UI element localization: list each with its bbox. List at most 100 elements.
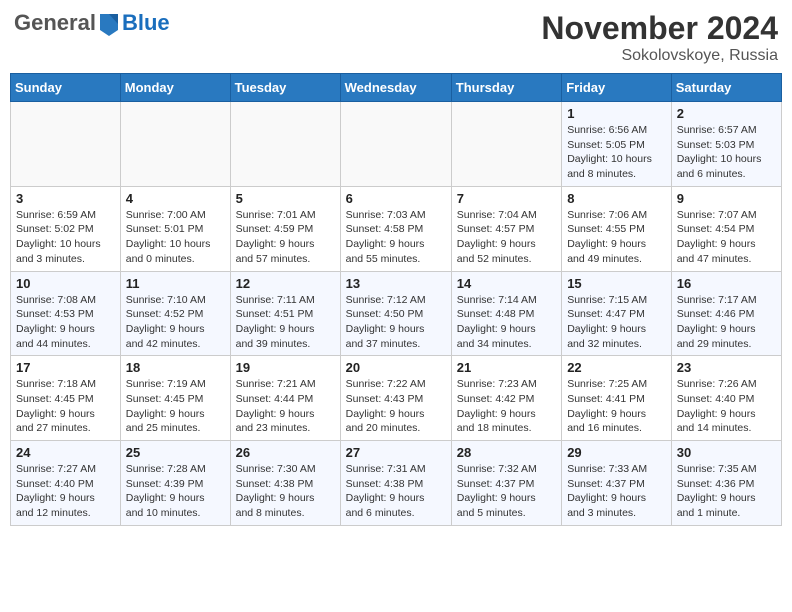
calendar-cell: 18 Sunrise: 7:19 AMSunset: 4:45 PMDayligh… — [120, 356, 230, 441]
calendar-cell: 8 Sunrise: 7:06 AMSunset: 4:55 PMDaylight… — [562, 186, 672, 271]
day-number: 23 — [677, 360, 776, 375]
logo: General Blue — [14, 10, 170, 36]
logo-general-text: General — [14, 10, 96, 36]
weekday-header-saturday: Saturday — [671, 74, 781, 102]
calendar-cell: 26 Sunrise: 7:30 AMSunset: 4:38 PMDayligh… — [230, 441, 340, 526]
day-info: Sunrise: 7:18 AMSunset: 4:45 PMDaylight:… — [16, 377, 115, 436]
day-info: Sunrise: 7:19 AMSunset: 4:45 PMDaylight:… — [126, 377, 225, 436]
day-info: Sunrise: 7:26 AMSunset: 4:40 PMDaylight:… — [677, 377, 776, 436]
calendar-cell: 17 Sunrise: 7:18 AMSunset: 4:45 PMDayligh… — [11, 356, 121, 441]
calendar-cell — [451, 102, 561, 187]
day-info: Sunrise: 7:04 AMSunset: 4:57 PMDaylight:… — [457, 208, 556, 267]
day-number: 24 — [16, 445, 115, 460]
day-number: 9 — [677, 191, 776, 206]
calendar-cell: 12Sunrise: 7:11 AMSunset: 4:51 PMDayligh… — [230, 271, 340, 356]
day-info: Sunrise: 7:33 AMSunset: 4:37 PMDaylight:… — [567, 462, 666, 521]
day-info: Sunrise: 7:14 AMSunset: 4:48 PMDaylight:… — [457, 293, 556, 352]
calendar-cell: 23 Sunrise: 7:26 AMSunset: 4:40 PMDayligh… — [671, 356, 781, 441]
calendar-cell: 27 Sunrise: 7:31 AMSunset: 4:38 PMDayligh… — [340, 441, 451, 526]
day-number: 3 — [16, 191, 115, 206]
weekday-header-monday: Monday — [120, 74, 230, 102]
logo-icon — [98, 10, 120, 36]
weekday-header-tuesday: Tuesday — [230, 74, 340, 102]
day-info: Sunrise: 7:25 AMSunset: 4:41 PMDaylight:… — [567, 377, 666, 436]
calendar-cell: 13Sunrise: 7:12 AMSunset: 4:50 PMDayligh… — [340, 271, 451, 356]
day-info: Sunrise: 7:30 AMSunset: 4:38 PMDaylight:… — [236, 462, 335, 521]
day-number: 14 — [457, 276, 556, 291]
day-number: 20 — [346, 360, 446, 375]
day-info: Sunrise: 7:31 AMSunset: 4:38 PMDaylight:… — [346, 462, 446, 521]
day-number: 5 — [236, 191, 335, 206]
day-number: 16 — [677, 276, 776, 291]
day-number: 19 — [236, 360, 335, 375]
calendar-cell: 4 Sunrise: 7:00 AMSunset: 5:01 PMDaylight… — [120, 186, 230, 271]
calendar-cell: 1 Sunrise: 6:56 AMSunset: 5:05 PMDaylight… — [562, 102, 672, 187]
day-number: 1 — [567, 106, 666, 121]
day-number: 28 — [457, 445, 556, 460]
weekday-header-friday: Friday — [562, 74, 672, 102]
calendar-cell: 6Sunrise: 7:03 AMSunset: 4:58 PMDaylight… — [340, 186, 451, 271]
month-title: November 2024 — [541, 10, 778, 47]
day-info: Sunrise: 7:03 AMSunset: 4:58 PMDaylight:… — [346, 208, 446, 267]
calendar-cell: 24 Sunrise: 7:27 AMSunset: 4:40 PMDayligh… — [11, 441, 121, 526]
day-number: 11 — [126, 276, 225, 291]
calendar-cell — [230, 102, 340, 187]
day-info: Sunrise: 7:28 AMSunset: 4:39 PMDaylight:… — [126, 462, 225, 521]
day-info: Sunrise: 7:22 AMSunset: 4:43 PMDaylight:… — [346, 377, 446, 436]
day-info: Sunrise: 7:00 AMSunset: 5:01 PMDaylight:… — [126, 208, 225, 267]
calendar-cell: 22Sunrise: 7:25 AMSunset: 4:41 PMDayligh… — [562, 356, 672, 441]
day-number: 8 — [567, 191, 666, 206]
day-number: 10 — [16, 276, 115, 291]
day-number: 26 — [236, 445, 335, 460]
page-header: General Blue November 2024 Sokolovskoye,… — [10, 10, 782, 65]
logo-blue-text: Blue — [122, 10, 170, 36]
day-number: 7 — [457, 191, 556, 206]
calendar-week-row: 1 Sunrise: 6:56 AMSunset: 5:05 PMDaylight… — [11, 102, 782, 187]
day-info: Sunrise: 6:57 AMSunset: 5:03 PMDaylight:… — [677, 123, 776, 182]
calendar-cell: 7 Sunrise: 7:04 AMSunset: 4:57 PMDaylight… — [451, 186, 561, 271]
day-info: Sunrise: 7:32 AMSunset: 4:37 PMDaylight:… — [457, 462, 556, 521]
day-number: 29 — [567, 445, 666, 460]
day-number: 27 — [346, 445, 446, 460]
day-info: Sunrise: 7:01 AMSunset: 4:59 PMDaylight:… — [236, 208, 335, 267]
day-number: 2 — [677, 106, 776, 121]
calendar-cell: 14 Sunrise: 7:14 AMSunset: 4:48 PMDayligh… — [451, 271, 561, 356]
day-number: 21 — [457, 360, 556, 375]
day-info: Sunrise: 6:59 AMSunset: 5:02 PMDaylight:… — [16, 208, 115, 267]
weekday-header-sunday: Sunday — [11, 74, 121, 102]
calendar-cell: 21 Sunrise: 7:23 AMSunset: 4:42 PMDayligh… — [451, 356, 561, 441]
calendar-cell — [120, 102, 230, 187]
calendar-cell: 9Sunrise: 7:07 AMSunset: 4:54 PMDaylight… — [671, 186, 781, 271]
day-info: Sunrise: 7:27 AMSunset: 4:40 PMDaylight:… — [16, 462, 115, 521]
day-number: 18 — [126, 360, 225, 375]
calendar-cell: 20 Sunrise: 7:22 AMSunset: 4:43 PMDayligh… — [340, 356, 451, 441]
day-info: Sunrise: 7:06 AMSunset: 4:55 PMDaylight:… — [567, 208, 666, 267]
day-number: 12 — [236, 276, 335, 291]
calendar-cell: 16 Sunrise: 7:17 AMSunset: 4:46 PMDayligh… — [671, 271, 781, 356]
calendar-week-row: 10 Sunrise: 7:08 AMSunset: 4:53 PMDayligh… — [11, 271, 782, 356]
calendar-cell: 28 Sunrise: 7:32 AMSunset: 4:37 PMDayligh… — [451, 441, 561, 526]
title-block: November 2024 Sokolovskoye, Russia — [541, 10, 778, 65]
day-info: Sunrise: 7:35 AMSunset: 4:36 PMDaylight:… — [677, 462, 776, 521]
calendar-cell: 2 Sunrise: 6:57 AMSunset: 5:03 PMDaylight… — [671, 102, 781, 187]
calendar-cell: 3 Sunrise: 6:59 AMSunset: 5:02 PMDaylight… — [11, 186, 121, 271]
day-number: 4 — [126, 191, 225, 206]
day-info: Sunrise: 6:56 AMSunset: 5:05 PMDaylight:… — [567, 123, 666, 182]
day-info: Sunrise: 7:23 AMSunset: 4:42 PMDaylight:… — [457, 377, 556, 436]
calendar-cell: 25 Sunrise: 7:28 AMSunset: 4:39 PMDayligh… — [120, 441, 230, 526]
day-info: Sunrise: 7:21 AMSunset: 4:44 PMDaylight:… — [236, 377, 335, 436]
day-info: Sunrise: 7:08 AMSunset: 4:53 PMDaylight:… — [16, 293, 115, 352]
day-number: 25 — [126, 445, 225, 460]
calendar-cell — [340, 102, 451, 187]
day-info: Sunrise: 7:17 AMSunset: 4:46 PMDaylight:… — [677, 293, 776, 352]
day-number: 15 — [567, 276, 666, 291]
weekday-header-thursday: Thursday — [451, 74, 561, 102]
weekday-header-row: SundayMondayTuesdayWednesdayThursdayFrid… — [11, 74, 782, 102]
calendar-cell: 30Sunrise: 7:35 AMSunset: 4:36 PMDayligh… — [671, 441, 781, 526]
calendar-week-row: 3 Sunrise: 6:59 AMSunset: 5:02 PMDaylight… — [11, 186, 782, 271]
calendar-table: SundayMondayTuesdayWednesdayThursdayFrid… — [10, 73, 782, 526]
day-info: Sunrise: 7:15 AMSunset: 4:47 PMDaylight:… — [567, 293, 666, 352]
day-info: Sunrise: 7:12 AMSunset: 4:50 PMDaylight:… — [346, 293, 446, 352]
day-number: 17 — [16, 360, 115, 375]
calendar-cell: 15 Sunrise: 7:15 AMSunset: 4:47 PMDayligh… — [562, 271, 672, 356]
